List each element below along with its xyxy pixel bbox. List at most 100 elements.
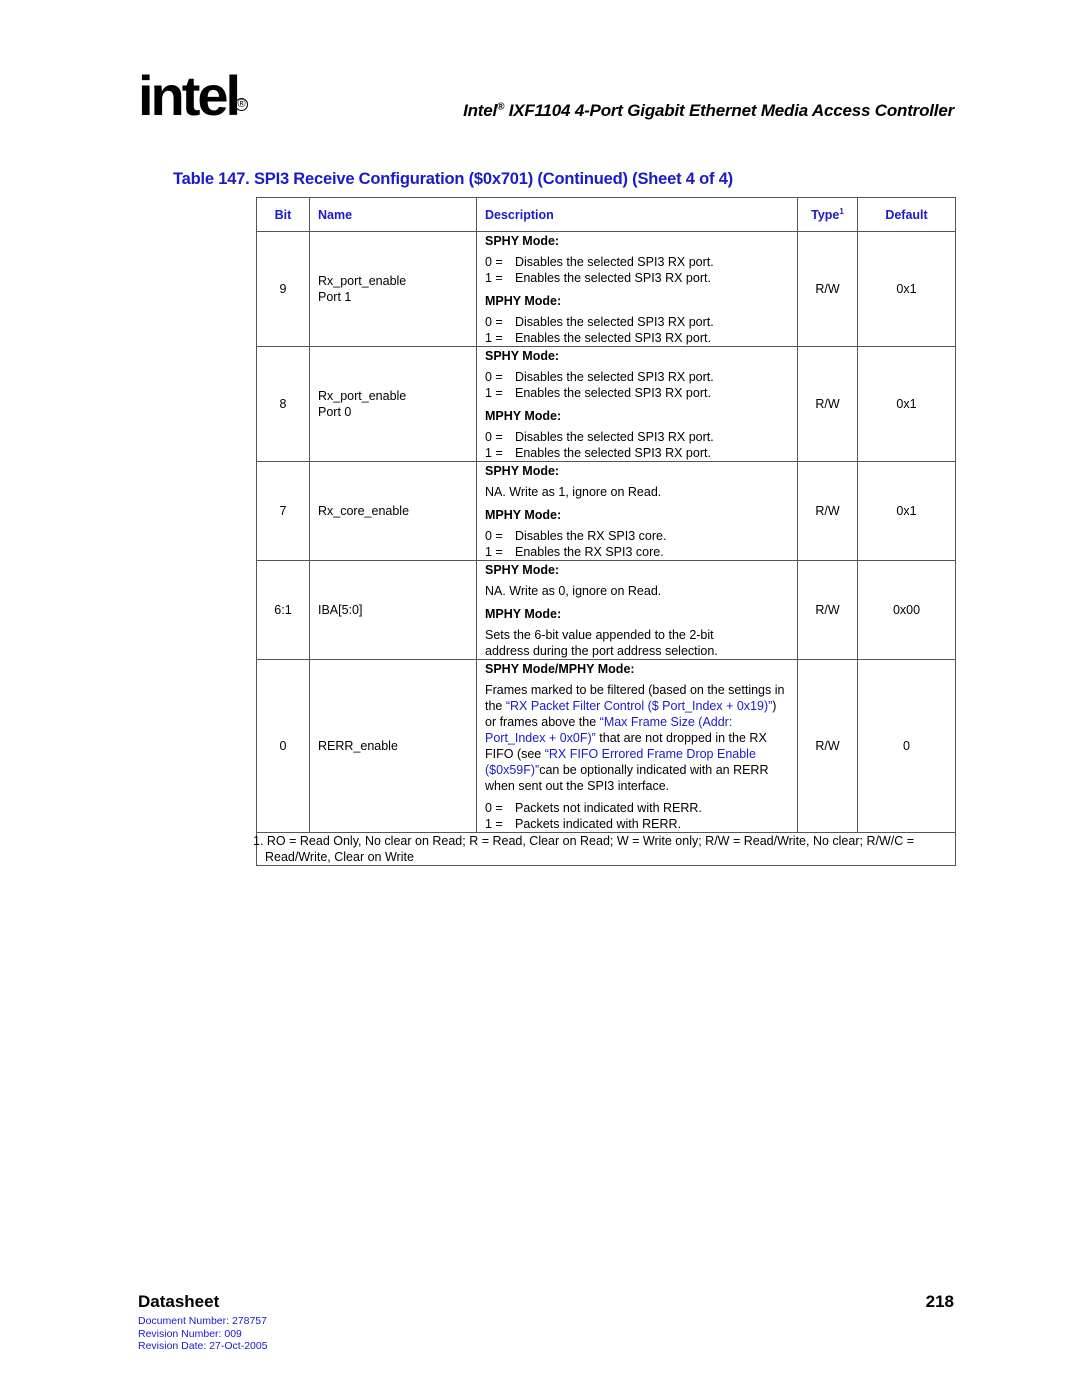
registered-icon: ® <box>235 98 248 111</box>
document-number: Document Number: 278757 <box>138 1315 267 1327</box>
value-text: Enables the selected SPI3 RX port. <box>515 386 711 400</box>
page-number: 218 <box>925 1292 954 1311</box>
bit-cell: 6:1 <box>256 560 310 660</box>
footer-section: Datasheet <box>138 1292 220 1311</box>
sphy-text: NA. Write as 1, ignore on Read. <box>485 485 662 499</box>
description-cell: SPHY Mode: 0 = Disables the selected SPI3… <box>476 231 798 347</box>
value-text: Disables the selected SPI3 RX port. <box>515 315 714 329</box>
type-cell: R/W <box>797 659 858 833</box>
value-key: 0 = <box>485 255 503 269</box>
value-key: 0 = <box>485 315 503 329</box>
name-line: Rx_port_enable <box>318 389 407 403</box>
bit-cell: 7 <box>256 461 310 561</box>
value-key: 1 = <box>485 331 503 345</box>
col-description: Description <box>476 197 798 232</box>
default-cell: 0x1 <box>857 231 956 347</box>
mphy-label: MPHY Mode: <box>485 409 562 423</box>
mphy-text: Sets the 6-bit value appended to the 2-b… <box>485 628 714 642</box>
col-bit: Bit <box>256 197 310 232</box>
table-row: 6:1 IBA[5:0] SPHY Mode: NA. Write as 0, … <box>256 560 956 660</box>
value-key: 0 = <box>485 370 503 384</box>
revision-number: Revision Number: 009 <box>138 1327 242 1340</box>
value-text: Packets indicated with RERR. <box>515 817 682 831</box>
sphy-label: SPHY Mode: <box>485 464 560 478</box>
sphy-label: SPHY Mode: <box>485 563 560 577</box>
value-line: 1 = Enables the selected SPI3 RX port. <box>485 445 789 461</box>
value-text: Disables the selected SPI3 RX port. <box>515 255 714 269</box>
description-cell: SPHY Mode: 0 = Disables the selected SPI3… <box>476 346 798 462</box>
value-line: 1 = Enables the selected SPI3 RX port. <box>485 270 789 286</box>
title-prefix: Intel <box>463 101 498 120</box>
bit-cell: 9 <box>256 231 310 347</box>
type-cell: R/W <box>797 231 858 347</box>
name-line: RERR_enable <box>318 739 398 753</box>
value-line: 1 = Packets indicated with RERR. <box>485 816 789 832</box>
value-key: 0 = <box>485 529 503 543</box>
table-row: 0 RERR_enable SPHY Mode/MPHY Mode: Frame… <box>256 659 956 833</box>
link-rx-packet-filter-control[interactable]: “RX Packet Filter Control ($ Port_Index … <box>506 699 772 713</box>
default-cell: 0 <box>857 659 956 833</box>
value-line: 1 = Enables the selected SPI3 RX port. <box>485 385 789 401</box>
table-caption: Table 147. SPI3 Receive Configuration ($… <box>173 170 733 188</box>
value-text: Disables the RX SPI3 core. <box>515 529 667 543</box>
sphy-text: NA. Write as 0, ignore on Read. <box>485 584 662 598</box>
col-default: Default <box>857 197 956 232</box>
name-line: Rx_port_enable <box>318 274 407 288</box>
bit-cell: 8 <box>256 346 310 462</box>
mphy-label: MPHY Mode: <box>485 508 562 522</box>
name-line: Rx_core_enable <box>318 504 410 518</box>
col-type-label: Type <box>811 208 840 223</box>
sphy-label: SPHY Mode: <box>485 234 560 248</box>
footnote-ref: 1 <box>839 206 844 216</box>
name-cell: Rx_port_enable Port 0 <box>309 346 477 462</box>
value-text: Packets not indicated with RERR. <box>515 801 702 815</box>
type-cell: R/W <box>797 346 858 462</box>
value-text: Enables the selected SPI3 RX port. <box>515 331 711 345</box>
footer-meta: Document Number: 278757 Revision Number:… <box>138 1315 268 1353</box>
table-row: 8 Rx_port_enable Port 0 SPHY Mode: 0 = Dis… <box>256 346 956 462</box>
value-line: 0 = Disables the RX SPI3 core. <box>485 528 789 544</box>
value-key: 1 = <box>485 386 503 400</box>
intel-logo-text: intel <box>138 64 241 127</box>
mphy-text: address during the port address selectio… <box>485 644 718 658</box>
table-footnote: 1. RO = Read Only, No clear on Read; R =… <box>253 832 956 866</box>
value-key: 0 = <box>485 801 503 815</box>
value-line: 0 = Packets not indicated with RERR. <box>485 800 789 816</box>
value-text: Disables the selected SPI3 RX port. <box>515 370 714 384</box>
table-header-row: Bit Name Description Type1 Default <box>256 197 956 232</box>
intel-logo: intel ® <box>138 68 248 130</box>
name-line: IBA[5:0] <box>318 603 363 617</box>
sphy-label: SPHY Mode: <box>485 349 560 363</box>
document-title: Intel® IXF1104 4-Port Gigabit Ethernet M… <box>463 101 954 121</box>
name-cell: IBA[5:0] <box>309 560 477 660</box>
type-cell: R/W <box>797 560 858 660</box>
col-name: Name <box>309 197 477 232</box>
value-key: 1 = <box>485 271 503 285</box>
value-text: Enables the RX SPI3 core. <box>515 545 664 559</box>
name-cell: Rx_core_enable <box>309 461 477 561</box>
type-cell: R/W <box>797 461 858 561</box>
mode-label: SPHY Mode/MPHY Mode: <box>485 662 635 676</box>
value-line: 1 = Enables the selected SPI3 RX port. <box>485 330 789 346</box>
name-line: Port 1 <box>318 290 352 304</box>
default-cell: 0x1 <box>857 346 956 462</box>
name-line: Port 0 <box>318 405 352 419</box>
value-line: 1 = Enables the RX SPI3 core. <box>485 544 789 560</box>
value-key: 1 = <box>485 817 503 831</box>
value-text: Disables the selected SPI3 RX port. <box>515 430 714 444</box>
default-cell: 0x00 <box>857 560 956 660</box>
mphy-label: MPHY Mode: <box>485 294 562 308</box>
value-line: 0 = Disables the selected SPI3 RX port. <box>485 369 789 385</box>
value-text: Enables the selected SPI3 RX port. <box>515 446 711 460</box>
value-key: 1 = <box>485 545 503 559</box>
col-type: Type1 <box>797 197 858 232</box>
name-cell: Rx_port_enable Port 1 <box>309 231 477 347</box>
value-line: 0 = Disables the selected SPI3 RX port. <box>485 254 789 270</box>
description-cell: SPHY Mode: NA. Write as 0, ignore on Rea… <box>476 560 798 660</box>
value-key: 1 = <box>485 446 503 460</box>
register-table: Bit Name Description Type1 Default 9 Rx_… <box>253 197 956 866</box>
name-cell: RERR_enable <box>309 659 477 833</box>
value-key: 0 = <box>485 430 503 444</box>
title-rest: IXF1104 4-Port Gigabit Ethernet Media Ac… <box>504 101 954 120</box>
bit-cell: 0 <box>256 659 310 833</box>
